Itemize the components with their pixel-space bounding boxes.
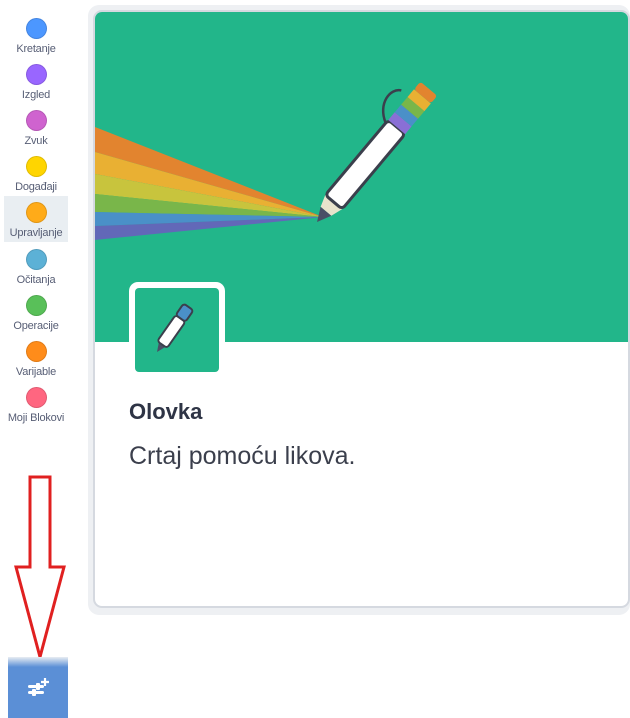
category-izgled[interactable]: Izgled bbox=[4, 61, 68, 107]
category-upravljanje[interactable]: Upravljanje bbox=[4, 196, 68, 242]
category-operacije[interactable]: Operacije bbox=[4, 292, 68, 338]
category-label: Događaji bbox=[15, 181, 57, 193]
category-dogadaji[interactable]: Događaji bbox=[4, 153, 68, 199]
category-dot-icon bbox=[25, 18, 47, 39]
category-dot-icon bbox=[25, 110, 47, 131]
category-label: Moji Blokovi bbox=[7, 412, 65, 424]
category-dot-icon bbox=[25, 249, 47, 270]
category-label: Upravljanje bbox=[9, 227, 63, 239]
category-label: Varijable bbox=[15, 366, 57, 378]
category-kretanje[interactable]: Kretanje bbox=[4, 15, 68, 61]
category-varijable[interactable]: Varijable bbox=[4, 338, 68, 384]
category-dot-icon bbox=[25, 341, 47, 362]
extension-title: Olovka bbox=[129, 399, 203, 424]
extension-card-pen[interactable]: Olovka Crtaj pomoću likova. bbox=[93, 10, 630, 608]
pen-icon bbox=[157, 303, 194, 352]
category-dot-icon bbox=[25, 387, 47, 408]
category-label: Zvuk bbox=[24, 135, 48, 147]
add-extension-icon bbox=[28, 677, 49, 696]
down-arrow-icon bbox=[14, 475, 66, 660]
extension-description: Crtaj pomoću likova. bbox=[129, 442, 356, 470]
category-moji-blokovi[interactable]: Moji Blokovi bbox=[4, 384, 68, 430]
category-dot-icon bbox=[25, 295, 47, 316]
category-zvuk[interactable]: Zvuk bbox=[4, 107, 68, 153]
category-label: Operacije bbox=[13, 320, 59, 332]
category-ocitanja[interactable]: Očitanja bbox=[4, 246, 68, 292]
add-extension-button[interactable] bbox=[8, 657, 68, 718]
category-label: Izgled bbox=[21, 89, 51, 101]
category-dot-icon bbox=[25, 202, 47, 223]
category-label: Očitanja bbox=[16, 274, 56, 286]
extension-thumbnail bbox=[129, 282, 225, 378]
category-dot-icon bbox=[25, 64, 47, 85]
category-label: Kretanje bbox=[16, 43, 56, 55]
category-dot-icon bbox=[25, 156, 47, 177]
